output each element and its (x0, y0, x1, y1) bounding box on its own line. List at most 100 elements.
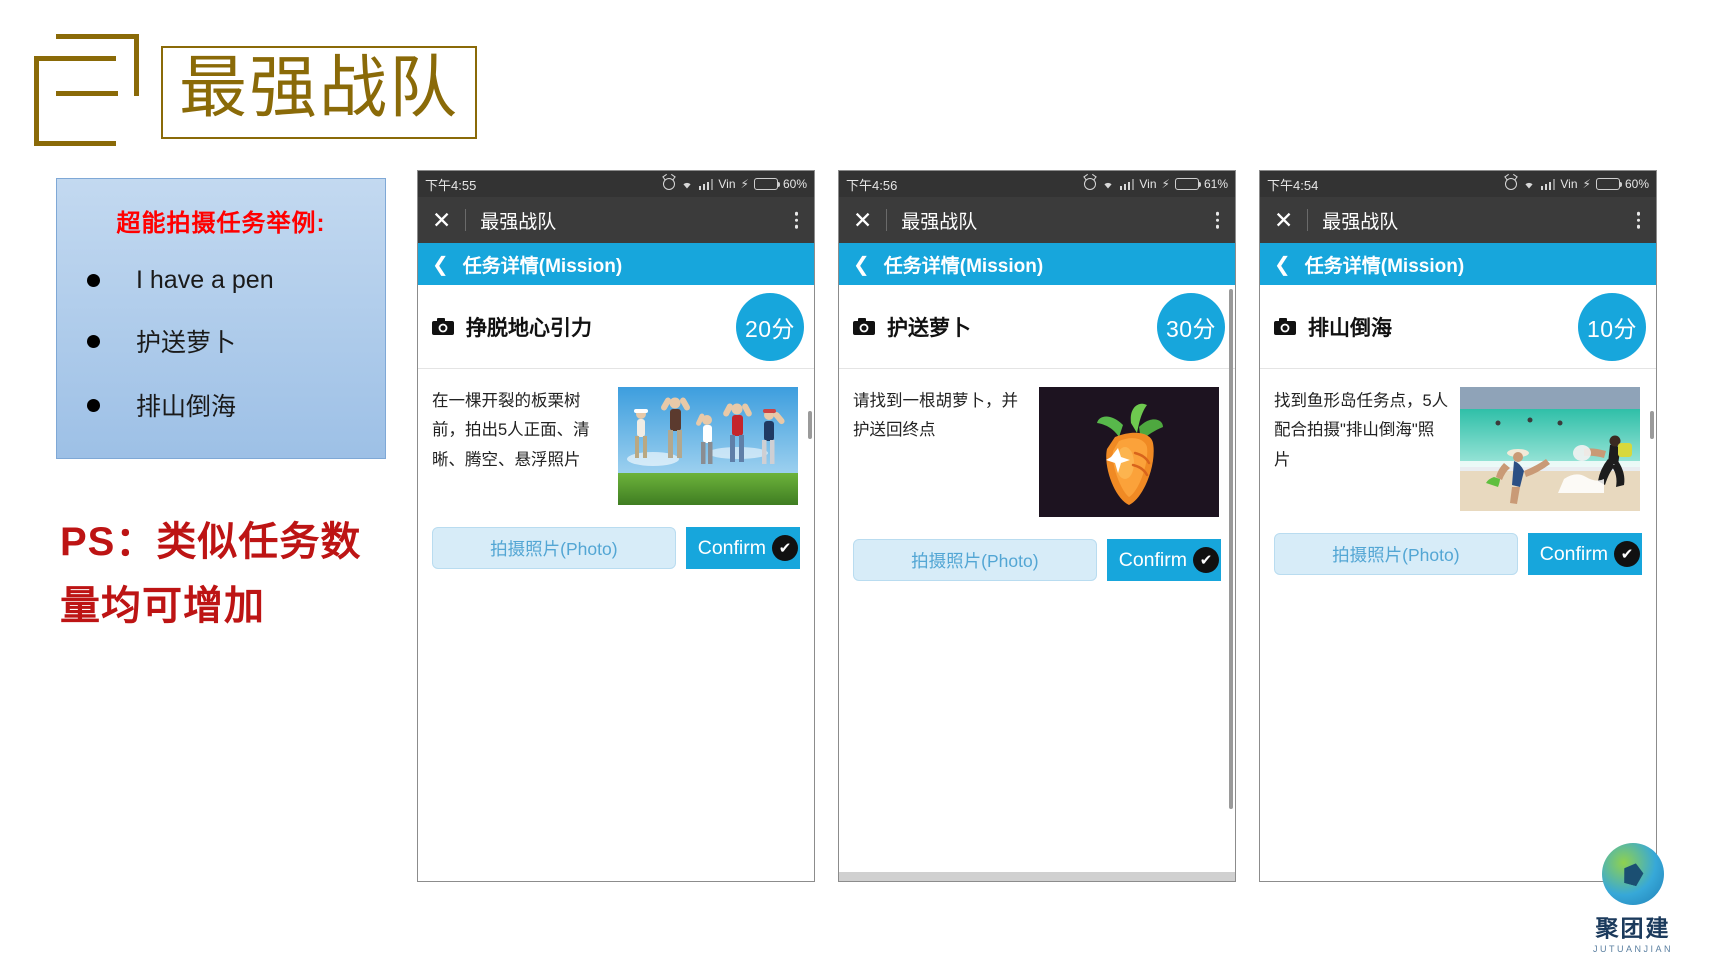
more-menu-icon[interactable] (1636, 211, 1640, 229)
confirm-button[interactable]: Confirm ✔ (1106, 539, 1221, 581)
action-bar: 拍摄照片(Photo) Confirm ✔ (839, 517, 1235, 581)
take-photo-button[interactable]: 拍摄照片(Photo) (1274, 533, 1518, 575)
back-icon[interactable]: ❮ (853, 252, 870, 277)
status-time: 下午4:54 (1267, 177, 1319, 193)
charging-icon: ⚡ (1582, 177, 1591, 191)
status-carrier: Vin (1560, 177, 1578, 191)
score-badge: 20分 (736, 292, 804, 361)
scrollbar[interactable] (1229, 289, 1233, 809)
close-icon[interactable]: ✕ (1274, 208, 1293, 232)
nav-title: 任务详情(Mission) (462, 255, 623, 277)
app-bar: ✕ 最强战队 (1260, 197, 1656, 243)
status-carrier: Vin (718, 177, 736, 191)
camera-icon (432, 318, 454, 335)
take-photo-button[interactable]: 拍摄照片(Photo) (432, 527, 676, 569)
signal-icon (1540, 178, 1556, 190)
list-item-label: 排山倒海 (136, 393, 237, 421)
charging-icon: ⚡ (740, 177, 749, 191)
confirm-button-label: Confirm (1118, 548, 1187, 571)
scrollbar[interactable] (1650, 411, 1654, 439)
list-item: 排山倒海 (75, 387, 367, 423)
check-icon: ✔ (772, 535, 798, 561)
battery-icon (1174, 178, 1202, 190)
app-bar: ✕ 最强战队 (418, 197, 814, 243)
camera-icon (1274, 318, 1296, 335)
info-panel-list: I have a pen 护送萝卜 排山倒海 (75, 266, 367, 423)
jumping-people-photo (618, 387, 798, 505)
mission-title: 挣脱地心引力 (466, 316, 592, 340)
confirm-button[interactable]: Confirm ✔ (685, 527, 800, 569)
footer-logo-name: 聚团建 (1595, 915, 1671, 941)
take-photo-button[interactable]: 拍摄照片(Photo) (853, 539, 1097, 581)
mission-body: 找到鱼形岛任务点，5人配合拍摄"排山倒海"照片 (1260, 369, 1656, 511)
more-menu-icon[interactable] (794, 211, 798, 229)
alarm-icon (1504, 178, 1517, 190)
check-icon: ✔ (1193, 547, 1219, 573)
status-bar: 下午4:54 Vin ⚡ 60% (1260, 171, 1656, 197)
close-icon[interactable]: ✕ (432, 208, 451, 232)
mission-header: 挣脱地心引力 20分 (418, 285, 814, 369)
nav-bar: ❮ 任务详情(Mission) (1260, 243, 1656, 285)
mission-header: 排山倒海 10分 (1260, 285, 1656, 369)
carrot-photo (1039, 387, 1219, 517)
scrollbar[interactable] (808, 411, 812, 439)
signal-icon (1119, 178, 1135, 190)
list-item: 护送萝卜 (75, 323, 367, 359)
back-icon[interactable]: ❮ (1274, 252, 1291, 277)
signal-icon (698, 178, 714, 190)
status-time: 下午4:55 (425, 177, 477, 193)
phone-screenshot-1: 下午4:55 Vin ⚡ 60% ✕ 最强战队 ❮ 任务详情(Mission) (417, 170, 815, 882)
mission-header: 护送萝卜 30分 (839, 285, 1235, 369)
bottom-strip (839, 872, 1235, 881)
action-bar: 拍摄照片(Photo) Confirm ✔ (1260, 511, 1656, 575)
close-icon[interactable]: ✕ (853, 208, 872, 232)
status-battery: 60% (782, 177, 807, 191)
phone-screenshot-3: 下午4:54 Vin ⚡ 60% ✕ 最强战队 ❮ 任务详情(Mission) (1259, 170, 1657, 882)
alarm-icon (1083, 178, 1096, 190)
mission-body: 在一棵开裂的板栗树前，拍出5人正面、清晰、腾空、悬浮照片 (418, 369, 814, 505)
bracket-logo-icon (34, 34, 139, 146)
mission-title: 护送萝卜 (887, 316, 971, 340)
confirm-button[interactable]: Confirm ✔ (1527, 533, 1642, 575)
list-item: I have a pen (75, 266, 367, 295)
mission-title: 排山倒海 (1308, 316, 1392, 340)
alarm-icon (662, 178, 675, 190)
app-title: 最强战队 (480, 211, 557, 233)
check-icon: ✔ (1614, 541, 1640, 567)
status-carrier: Vin (1139, 177, 1157, 191)
phone-screenshot-2: 下午4:56 Vin ⚡ 61% ✕ 最强战队 ❮ 任务详情(Mission) (838, 170, 1236, 882)
confirm-button-label: Confirm (697, 536, 766, 559)
mission-description: 请找到一根胡萝卜，并护送回终点 (853, 392, 1018, 440)
battery-icon (1595, 178, 1623, 190)
confirm-button-label: Confirm (1539, 542, 1608, 565)
status-time: 下午4:56 (846, 177, 898, 193)
beach-photo (1460, 387, 1640, 511)
bullet-icon (87, 398, 100, 412)
info-panel-title: 超能拍摄任务举例: (116, 210, 326, 237)
status-battery: 61% (1203, 177, 1228, 191)
battery-icon (753, 178, 781, 190)
status-battery: 60% (1624, 177, 1649, 191)
nav-title: 任务详情(Mission) (883, 255, 1044, 277)
wifi-icon (1101, 178, 1115, 190)
app-title: 最强战队 (901, 211, 978, 233)
mission-description: 找到鱼形岛任务点，5人配合拍摄"排山倒海"照片 (1274, 392, 1449, 469)
ps-note: PS：类似任务数量均可增加 (60, 520, 362, 628)
app-title: 最强战队 (1322, 211, 1399, 233)
charging-icon: ⚡ (1161, 177, 1170, 191)
wifi-icon (680, 178, 694, 190)
footer-logo-sub: JUTUANJIAN (1592, 944, 1673, 954)
list-item-label: I have a pen (136, 266, 274, 294)
bullet-icon (87, 274, 100, 287)
footer-logo: 聚团建 JUTUANJIAN (1574, 843, 1692, 954)
back-icon[interactable]: ❮ (432, 252, 449, 277)
status-bar: 下午4:55 Vin ⚡ 60% (418, 171, 814, 197)
info-panel: 超能拍摄任务举例: I have a pen 护送萝卜 排山倒海 (56, 178, 386, 459)
nav-bar: ❮ 任务详情(Mission) (839, 243, 1235, 285)
more-menu-icon[interactable] (1215, 211, 1219, 229)
nav-title: 任务详情(Mission) (1304, 255, 1465, 277)
wifi-icon (1522, 178, 1536, 190)
score-badge: 30分 (1157, 292, 1225, 361)
nav-bar: ❮ 任务详情(Mission) (418, 243, 814, 285)
mission-body: 请找到一根胡萝卜，并护送回终点 (839, 369, 1235, 517)
